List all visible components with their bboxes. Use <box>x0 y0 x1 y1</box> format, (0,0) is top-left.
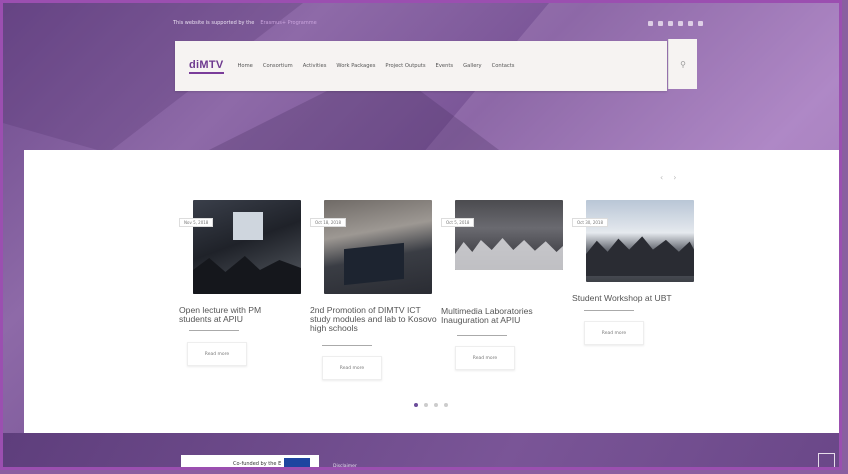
date-badge: Oct 5, 2018 <box>441 218 475 227</box>
scroll-to-top-button[interactable] <box>818 453 835 467</box>
nav-menu: Home Consortium Activities Work Packages… <box>238 63 515 69</box>
slider-pagination <box>414 403 448 407</box>
news-title[interactable]: 2nd Promotion of DIMTV ICT study modules… <box>310 306 438 333</box>
nav-item-activities[interactable]: Activities <box>303 63 327 69</box>
news-title[interactable]: Student Workshop at UBT <box>572 294 692 303</box>
topbar-link[interactable]: Erasmus+ Programme <box>260 20 316 26</box>
eu-logo: Co-funded by the Erasmus+ Programme of t… <box>181 455 319 467</box>
disclaimer-link[interactable]: Disclaimer <box>333 464 357 467</box>
read-more-label: Read more <box>472 355 498 361</box>
group-silhouette <box>586 236 694 276</box>
browser-frame: This website is supported by the Erasmus+… <box>0 0 842 470</box>
twitter-icon[interactable] <box>658 20 663 26</box>
nav-item-home[interactable]: Home <box>238 63 253 69</box>
read-more-button[interactable]: Read more <box>455 346 515 370</box>
monitor-shape <box>344 242 404 286</box>
youtube-icon[interactable] <box>678 20 683 26</box>
group-silhouette <box>455 238 563 270</box>
search-icon: ⚲ <box>680 59 686 69</box>
facebook-icon[interactable] <box>648 20 653 26</box>
slider-dot-active[interactable] <box>414 403 418 407</box>
prev-arrow-icon[interactable]: ‹ <box>660 173 663 182</box>
title-divider <box>457 335 507 336</box>
read-more-label: Read more <box>601 330 627 336</box>
search-button[interactable]: ⚲ <box>668 39 697 89</box>
news-title[interactable]: Open lecture with PM students at APIU <box>179 306 279 324</box>
nav-item-events[interactable]: Events <box>436 63 454 69</box>
projector-screen <box>233 212 263 240</box>
read-more-button[interactable]: Read more <box>187 342 247 366</box>
read-more-label: Read more <box>339 365 365 371</box>
news-slider <box>24 150 839 433</box>
footer <box>3 433 839 467</box>
date-badge: Nov 5, 2018 <box>179 218 214 227</box>
news-photo[interactable] <box>324 200 432 294</box>
news-photo[interactable] <box>455 200 563 270</box>
eu-logo-text: Co-funded by the Erasmus+ Programme of t… <box>233 461 281 467</box>
slider-dot[interactable] <box>444 403 448 407</box>
news-photo[interactable] <box>193 200 301 294</box>
read-more-button[interactable]: Read more <box>322 356 382 380</box>
date-badge: Oct 18, 2018 <box>310 218 346 227</box>
social-icons <box>648 20 703 26</box>
nav-item-work-packages[interactable]: Work Packages <box>336 63 375 69</box>
news-title[interactable]: Multimedia Laboratories Inauguration at … <box>441 307 545 325</box>
pinterest-icon[interactable] <box>668 20 673 26</box>
read-more-button[interactable]: Read more <box>584 321 644 345</box>
audience-silhouette <box>193 256 301 294</box>
nav-item-project-outputs[interactable]: Project Outputs <box>385 63 425 69</box>
date-badge: Oct 30, 2018 <box>572 218 608 227</box>
topbar-text: This website is supported by the <box>173 20 255 26</box>
title-divider <box>322 345 372 346</box>
site-logo[interactable]: diMTV <box>189 59 224 74</box>
nav-item-consortium[interactable]: Consortium <box>263 63 293 69</box>
nav-item-gallery[interactable]: Gallery <box>463 63 481 69</box>
eu-flag-icon <box>284 458 310 467</box>
slider-dot[interactable] <box>434 403 438 407</box>
google-icon[interactable] <box>698 20 703 26</box>
news-photo[interactable] <box>586 200 694 282</box>
main-nav: diMTV Home Consortium Activities Work Pa… <box>175 41 667 91</box>
read-more-label: Read more <box>204 351 230 357</box>
title-divider <box>584 310 634 311</box>
linkedin-icon[interactable] <box>688 20 693 26</box>
top-bar: This website is supported by the Erasmus+… <box>173 17 703 29</box>
slider-arrows: ‹ › <box>660 173 676 182</box>
next-arrow-icon[interactable]: › <box>673 173 676 182</box>
title-divider <box>189 330 239 331</box>
nav-item-contacts[interactable]: Contacts <box>492 63 515 69</box>
slider-dot[interactable] <box>424 403 428 407</box>
